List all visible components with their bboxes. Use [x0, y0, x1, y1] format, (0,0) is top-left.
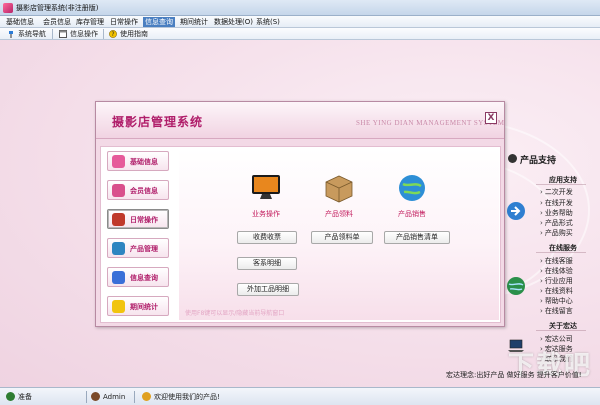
menu-daily-ops[interactable]: 日常操作 [108, 17, 140, 27]
clipboard-icon [112, 213, 125, 226]
status-welcome: 欢迎使用我们的产品! [142, 392, 220, 402]
status-ready-label: 准备 [18, 393, 32, 401]
toolbar-user-guide-label: 使用指南 [120, 30, 148, 38]
side-link-product-form[interactable]: 产品形式 [540, 218, 573, 228]
toolbar-separator [52, 29, 53, 39]
dialog-hint: 使用F8键可以显示/隐藏当前导航窗口 [185, 310, 285, 317]
nav-basic-info-label: 基础信息 [130, 158, 158, 166]
side-link-industry-apps[interactable]: 行业应用 [540, 276, 573, 286]
star-icon [112, 300, 125, 313]
support-bullet-icon [508, 154, 517, 163]
dialog-content: 业务操作 产品领料 产品销售 收费收票 产品领料单 产品销售清单 客系明细 外加… [179, 149, 499, 320]
category-material[interactable]: 产品领料 [309, 209, 369, 219]
menu-data-processing[interactable]: 数据处理(O) [212, 17, 255, 27]
nav-member-info[interactable]: 会员信息 [107, 180, 169, 200]
smile-icon [142, 392, 151, 401]
side-link-secondary-dev[interactable]: 二次开发 [540, 187, 573, 197]
dialog-subtitle: SHE YING DIAN MANAGEMENT SYSTEM [356, 119, 505, 127]
menu-system[interactable]: 系统(S) [254, 17, 282, 27]
nav-period-stats-label: 期间统计 [130, 303, 158, 311]
dialog-body: 基础信息 会员信息 日常操作 产品管理 信息查询 期间统计 业务操作 产品领料 … [100, 146, 501, 323]
side-link-business-help[interactable]: 业务帮助 [540, 208, 573, 218]
status-user-label: Admin [103, 393, 126, 401]
toolbar-info-ops-label: 信息操作 [70, 30, 98, 38]
status-bar: 准备 Admin 欢迎使用我们的产品! [0, 387, 600, 405]
toolbar-system-nav-label: 系统导航 [18, 30, 46, 38]
help-icon: ? [109, 30, 117, 38]
side-link-help-center[interactable]: 帮助中心 [540, 296, 573, 306]
search-icon [112, 271, 125, 284]
nav-product-mgmt[interactable]: 产品管理 [107, 238, 169, 258]
side-link-online-support[interactable]: 在线客服 [540, 256, 573, 266]
status-separator [134, 391, 135, 403]
company-slogan: 宏达理念:出好产品 做好服务 提升客户价值! [446, 371, 582, 379]
globe-icon [507, 277, 525, 295]
arrow-icon [507, 202, 525, 220]
menu-member-info[interactable]: 会员信息 [41, 17, 73, 27]
nav-info-query[interactable]: 信息查询 [107, 267, 169, 287]
side-divider [536, 184, 586, 185]
nav-daily-ops-label: 日常操作 [130, 216, 158, 224]
menu-period-stats[interactable]: 期间统计 [178, 17, 210, 27]
nav-basic-info[interactable]: 基础信息 [107, 151, 169, 171]
toolbar-separator [103, 29, 104, 39]
toolbar-user-guide[interactable]: ? 使用指南 [108, 29, 148, 39]
side-link-online-trial[interactable]: 在线体验 [540, 266, 573, 276]
pin-icon [9, 31, 13, 38]
outsource-detail-button[interactable]: 外加工品明细 [237, 283, 299, 296]
receipt-button[interactable]: 收费收票 [237, 231, 297, 244]
gear-icon [112, 155, 125, 168]
side-link-online-dev[interactable]: 在线开发 [540, 198, 573, 208]
monitor-icon[interactable] [249, 173, 283, 203]
side-link-product-purchase[interactable]: 产品购买 [540, 228, 573, 238]
nav-product-mgmt-label: 产品管理 [130, 245, 158, 253]
menu-info-query[interactable]: 信息查询 [143, 17, 175, 27]
navigation-dialog: 摄影店管理系统 SHE YING DIAN MANAGEMENT SYSTEM … [95, 101, 505, 327]
status-ready: 准备 [6, 392, 32, 402]
nav-period-stats[interactable]: 期间统计 [107, 296, 169, 316]
category-sales[interactable]: 产品销售 [382, 209, 442, 219]
nav-member-info-label: 会员信息 [130, 187, 158, 195]
sales-list-button[interactable]: 产品销售清单 [384, 231, 450, 244]
status-icon [6, 392, 15, 401]
monitor-icon [112, 242, 125, 255]
app-icon [3, 3, 13, 13]
toolbar-info-ops[interactable]: 信息操作 [58, 29, 98, 39]
side-link-online-message[interactable]: 在线留言 [540, 306, 573, 316]
toolbar: 系统导航 信息操作 ? 使用指南 [0, 28, 600, 40]
dialog-title: 摄影店管理系统 [112, 115, 204, 129]
toolbar-system-nav[interactable]: 系统导航 [6, 29, 46, 39]
nav-daily-ops[interactable]: 日常操作 [107, 209, 169, 229]
support-title: 产品支持 [520, 156, 557, 166]
side-divider [536, 252, 586, 253]
category-business-ops[interactable]: 业务操作 [236, 209, 296, 219]
box-icon[interactable] [322, 173, 356, 203]
customer-detail-button[interactable]: 客系明细 [237, 257, 297, 270]
status-separator [86, 391, 87, 403]
side-link-online-docs[interactable]: 在线资料 [540, 286, 573, 296]
side-link-company[interactable]: 宏达公司 [540, 334, 573, 344]
user-icon [91, 392, 100, 401]
globe-icon[interactable] [395, 173, 429, 203]
title-bar: 摄影店管理系统(非注册版) [0, 0, 600, 16]
close-button[interactable]: X [485, 112, 497, 124]
menu-basic-info[interactable]: 基础信息 [4, 17, 36, 27]
menu-bar: 基础信息 会员信息 库存管理 日常操作 信息查询 期间统计 数据处理(O) 系统… [0, 16, 600, 28]
dialog-header: 摄影店管理系统 SHE YING DIAN MANAGEMENT SYSTEM … [96, 102, 504, 139]
side-divider [536, 330, 586, 331]
nav-info-query-label: 信息查询 [130, 274, 158, 282]
members-icon [112, 184, 125, 197]
window-icon [59, 30, 67, 38]
status-user: Admin [91, 392, 125, 402]
svg-text:?: ? [111, 31, 114, 38]
menu-inventory[interactable]: 库存管理 [74, 17, 106, 27]
material-list-button[interactable]: 产品领料单 [311, 231, 373, 244]
status-welcome-label: 欢迎使用我们的产品! [154, 393, 220, 401]
window-title: 摄影店管理系统(非注册版) [16, 4, 99, 12]
